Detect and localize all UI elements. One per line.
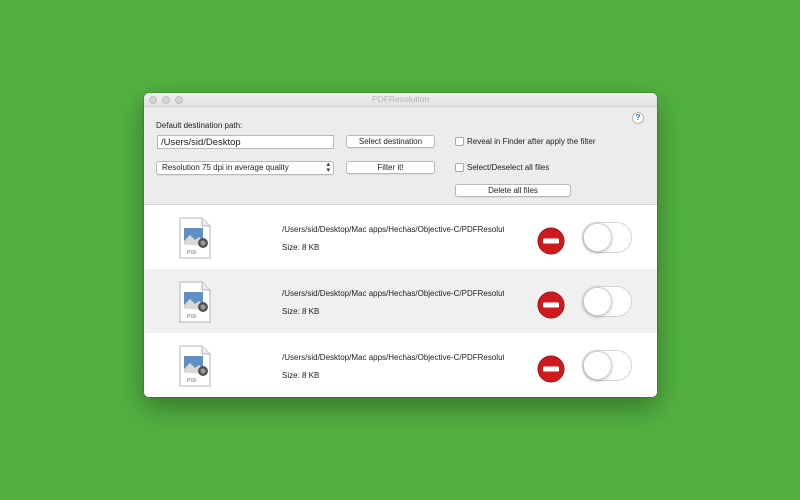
destination-path-field[interactable]: /Users/sid/Desktop: [157, 135, 334, 149]
window-title: PDFResolution: [371, 94, 430, 104]
pdf-icon-label: PDF: [187, 378, 197, 384]
resolution-selected-value: Resolution 75 dpi in average quality: [162, 163, 289, 172]
file-path: /Users/sid/Desktop/Mac apps/Hechas/Objec…: [282, 353, 504, 362]
destination-label: Default destination path:: [156, 121, 243, 130]
delete-all-button[interactable]: Delete all files: [455, 184, 571, 197]
reveal-in-finder-checkbox[interactable]: [455, 137, 464, 146]
help-button[interactable]: ?: [632, 112, 644, 124]
pdf-icon-label: PDF: [187, 250, 197, 256]
remove-file-button[interactable]: [537, 227, 565, 255]
remove-file-button[interactable]: [537, 291, 565, 319]
file-path: /Users/sid/Desktop/Mac apps/Hechas/Objec…: [282, 225, 504, 234]
file-enable-toggle[interactable]: [582, 350, 632, 381]
remove-file-button[interactable]: [537, 355, 565, 383]
toggle-knob: [583, 223, 612, 252]
file-size: Size: 8 KB: [282, 307, 320, 316]
pdf-icon-label: PDF: [187, 314, 197, 320]
pdf-document-icon: PDF: [179, 281, 211, 323]
toggle-knob: [583, 351, 612, 380]
toggle-knob: [583, 287, 612, 316]
file-size: Size: 8 KB: [282, 243, 320, 252]
options-panel: ? Default destination path: /Users/sid/D…: [144, 108, 657, 205]
resolution-select[interactable]: Resolution 75 dpi in average quality ▴ ▾: [156, 161, 334, 175]
select-all-label: Select/Deselect all files: [467, 163, 550, 172]
file-size: Size: 8 KB: [282, 371, 320, 380]
reveal-in-finder-label: Reveal in Finder after apply the filter: [467, 137, 596, 146]
pdf-document-icon: PDF: [179, 345, 211, 387]
file-enable-toggle[interactable]: [582, 286, 632, 317]
app-window: PDFResolution ? Default destination path…: [144, 93, 657, 397]
file-row[interactable]: PDF /Users/sid/Desktop/Mac apps/Hechas/O…: [144, 205, 657, 269]
chevron-updown-icon: ▴ ▾: [326, 161, 330, 174]
select-destination-button[interactable]: Select destination: [346, 135, 435, 148]
title-bar: PDFResolution: [144, 93, 657, 107]
file-list: PDF /Users/sid/Desktop/Mac apps/Hechas/O…: [144, 205, 657, 397]
file-enable-toggle[interactable]: [582, 222, 632, 253]
file-row[interactable]: PDF /Users/sid/Desktop/Mac apps/Hechas/O…: [144, 269, 657, 333]
filter-button[interactable]: Filter it!: [346, 161, 435, 174]
file-path: /Users/sid/Desktop/Mac apps/Hechas/Objec…: [282, 289, 504, 298]
file-row[interactable]: PDF /Users/sid/Desktop/Mac apps/Hechas/O…: [144, 333, 657, 397]
pdf-document-icon: PDF: [179, 217, 211, 259]
select-all-checkbox[interactable]: [455, 163, 464, 172]
